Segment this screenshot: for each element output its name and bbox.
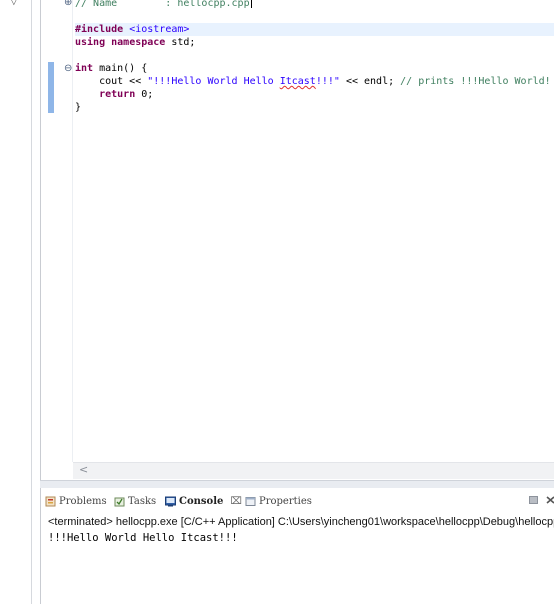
view-border <box>31 0 32 604</box>
string-literal-a: "!!!Hello World Hello <box>147 76 280 87</box>
return-keyword: return <box>99 89 136 100</box>
horizontal-scrollbar[interactable]: < <box>73 462 554 479</box>
tasks-icon <box>114 497 125 506</box>
comment-text: // Name : hellocpp.cpp <box>75 0 250 9</box>
panel-tab-bar: Problems Tasks Console ⌧ Properties <box>41 488 554 512</box>
return-value: 0; <box>135 89 154 100</box>
terminated-status: <terminated> hellocpp.exe [C/C++ Applica… <box>48 516 554 528</box>
namespace-name: std; <box>165 37 196 48</box>
panel-toolbar <box>529 496 554 504</box>
editor-ruler: ⊕ ⊖ <box>41 0 72 462</box>
code-text[interactable]: // Name : hellocpp.cpp #include <iostrea… <box>75 0 554 195</box>
close-icon[interactable]: ⌧ <box>230 496 242 507</box>
inline-comment: // prints !!!Hello World! <box>400 76 551 87</box>
code-line-current: #include <iostream> <box>75 23 554 36</box>
tab-tasks-label: Tasks <box>128 495 157 507</box>
spelling-error-word: Itcast <box>279 76 316 87</box>
console-output[interactable]: <terminated> hellocpp.exe [C/C++ Applica… <box>41 512 554 604</box>
tab-properties[interactable]: Properties <box>245 493 312 509</box>
scroll-left-icon[interactable]: < <box>79 463 88 476</box>
tab-console[interactable]: Console ⌧ <box>165 493 242 509</box>
string-literal-b: !!!" <box>315 76 340 87</box>
change-marker <box>48 62 54 113</box>
using-keyword: using <box>75 37 106 48</box>
console-icon <box>165 496 176 506</box>
console-panel: Problems Tasks Console ⌧ Properties <ter… <box>40 488 554 604</box>
remove-launch-icon[interactable] <box>546 496 554 504</box>
properties-icon <box>245 496 256 506</box>
int-keyword: int <box>75 63 94 74</box>
namespace-keyword: namespace <box>105 37 166 48</box>
closing-brace: } <box>75 102 82 113</box>
code-line: cout << "!!!Hello World Hello Itcast!!!"… <box>75 75 554 88</box>
outline-strip: ▽ <box>0 0 31 604</box>
cout-suffix: << endl; <box>339 76 401 87</box>
main-signature: main() { <box>93 63 148 74</box>
tab-tasks[interactable]: Tasks <box>114 493 156 509</box>
tab-problems[interactable]: Problems <box>45 493 107 509</box>
code-line: int main() { <box>75 62 554 75</box>
code-line: // Name : hellocpp.cpp <box>75 0 554 10</box>
tab-problems-label: Problems <box>59 495 107 507</box>
code-editor[interactable]: ⊕ ⊖ // Name : hellocpp.cpp #include <ios… <box>40 0 554 480</box>
tab-console-label: Console <box>179 495 224 507</box>
cout-prefix: cout << <box>75 76 148 87</box>
code-line: return 0; <box>75 88 554 101</box>
include-header: <iostream> <box>123 24 190 35</box>
tab-properties-label: Properties <box>259 495 312 507</box>
terminate-icon[interactable] <box>529 496 538 504</box>
program-output: !!!Hello World Hello Itcast!!! <box>48 532 238 544</box>
gutter-separator <box>72 0 73 462</box>
code-line: using namespace std; <box>75 36 554 49</box>
text-caret <box>250 0 252 8</box>
problems-icon <box>45 496 56 506</box>
include-directive: #include <box>75 24 124 35</box>
code-line: } <box>75 101 554 114</box>
chevron-down-icon[interactable]: ▽ <box>10 0 18 7</box>
